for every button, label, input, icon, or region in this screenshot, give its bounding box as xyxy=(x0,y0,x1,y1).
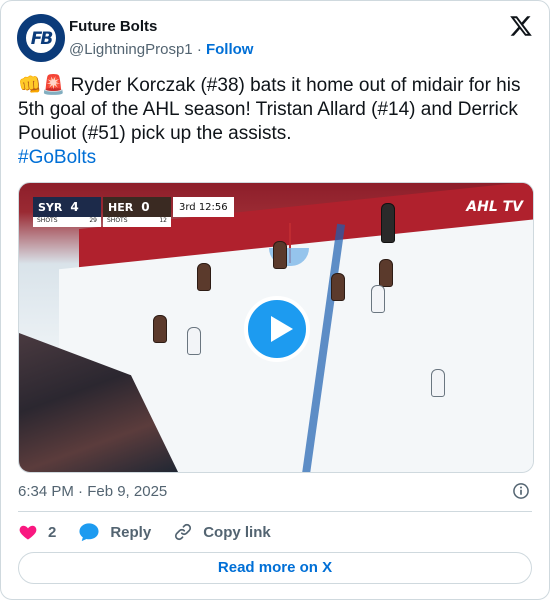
tweet-header: FB Future Bolts @LightningProsp1 · Follo… xyxy=(17,14,533,62)
away-team-box: HER 0 SHOTS 12 xyxy=(103,197,171,229)
hashtag-link[interactable]: #GoBolts xyxy=(18,146,533,170)
tweet-text: Ryder Korczak (#38) bats it home out of … xyxy=(18,75,521,144)
like-button[interactable]: 2 xyxy=(18,522,56,542)
away-shots-label: SHOTS xyxy=(107,217,128,224)
player xyxy=(371,285,385,313)
like-count: 2 xyxy=(48,523,57,541)
reply-button[interactable]: Reply xyxy=(78,522,151,542)
tweet-body: 👊🚨 Ryder Korczak (#38) bats it home out … xyxy=(18,74,533,170)
follow-link[interactable]: Follow xyxy=(206,41,254,58)
info-icon[interactable] xyxy=(511,481,531,501)
home-team-box: SYR 4 SHOTS 29 xyxy=(33,197,101,229)
away-team-score: 0 xyxy=(141,200,150,214)
home-team-score: 4 xyxy=(70,200,79,214)
link-icon xyxy=(175,523,192,541)
home-team-name: SYR xyxy=(38,200,63,214)
avatar-logo: FB xyxy=(23,20,59,56)
avatar[interactable]: FB xyxy=(17,14,65,62)
reply-bubble-icon xyxy=(79,523,99,542)
play-button[interactable] xyxy=(244,296,310,362)
handle-row: @LightningProsp1 · Follow xyxy=(69,40,253,60)
scoreboard: SYR 4 SHOTS 29 HER 0 SHOTS 12 3rd 12:56 xyxy=(33,197,234,229)
tweet-card: FB Future Bolts @LightningProsp1 · Follo… xyxy=(0,0,550,600)
away-shots-value: 12 xyxy=(159,217,167,224)
separator-dot: · xyxy=(196,41,202,58)
author-display-name[interactable]: Future Bolts xyxy=(69,18,253,36)
x-logo-icon[interactable] xyxy=(509,14,533,38)
copy-link-button[interactable]: Copy link xyxy=(173,522,271,542)
away-team-name: HER xyxy=(108,200,134,214)
home-shots-value: 29 xyxy=(89,217,97,224)
action-bar: 2 Reply Copy link xyxy=(18,521,293,543)
play-icon xyxy=(271,316,293,342)
heart-icon xyxy=(19,525,37,540)
tweet-timestamp[interactable]: 6:34 PM · Feb 9, 2025 xyxy=(18,482,167,502)
player xyxy=(331,273,345,301)
network-logo: AHL TV xyxy=(466,199,523,215)
copy-link-label: Copy link xyxy=(203,523,271,541)
author-handle[interactable]: @LightningProsp1 xyxy=(69,41,193,58)
player xyxy=(153,315,167,343)
avatar-logo-text: FB xyxy=(30,29,54,49)
tweet-emojis: 👊🚨 xyxy=(18,75,66,96)
goalie-player xyxy=(273,241,287,269)
video-player[interactable]: SYR 4 SHOTS 29 HER 0 SHOTS 12 3rd 12:56 xyxy=(18,182,534,473)
read-more-button[interactable]: Read more on X xyxy=(18,552,532,584)
game-clock: 3rd 12:56 xyxy=(173,197,234,217)
reply-label: Reply xyxy=(110,523,152,541)
author-info: Future Bolts @LightningProsp1 · Follow xyxy=(69,18,253,60)
home-shots-label: SHOTS xyxy=(37,217,58,224)
player xyxy=(431,369,445,397)
player xyxy=(379,259,393,287)
divider xyxy=(18,511,532,512)
player xyxy=(187,327,201,355)
player xyxy=(197,263,211,291)
referee xyxy=(381,203,395,243)
